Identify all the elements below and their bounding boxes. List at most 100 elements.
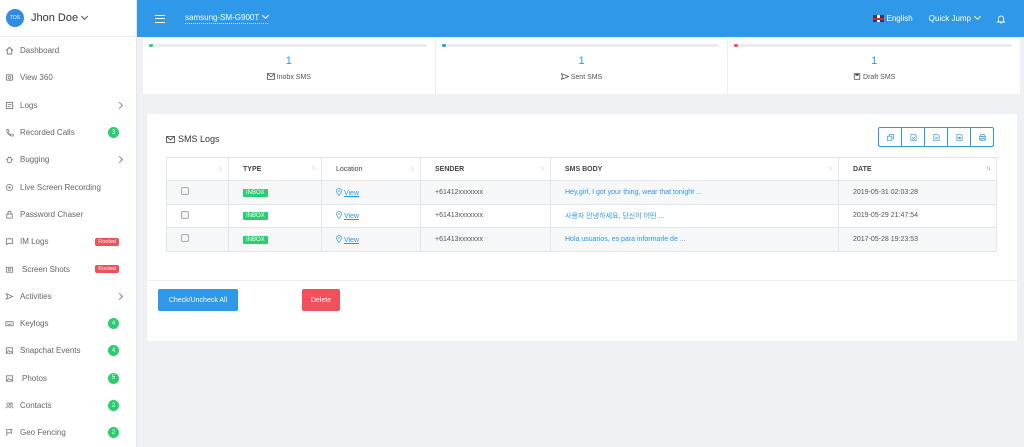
sidebar-item-geo-fencing[interactable]: Geo Fencing 2: [0, 419, 136, 446]
type-cell: INBOX: [228, 180, 322, 205]
device-name: samsung-SM-G900T: [185, 13, 260, 22]
csv-icon: [933, 133, 939, 141]
sidebar-item-dashboard[interactable]: Dashboard: [0, 37, 136, 64]
progress-fill: [149, 44, 153, 47]
type-badge: INBOX: [243, 212, 268, 221]
sidebar-item-label: Photos: [22, 373, 47, 383]
stat-label-text: Draft SMS: [863, 74, 896, 81]
map-pin-icon: [336, 234, 342, 244]
export-toolbar: [878, 127, 994, 147]
count-badge: 2: [108, 400, 119, 411]
view-360-icon: [5, 73, 14, 82]
location-cell: View: [321, 227, 421, 252]
record-icon: [5, 183, 14, 192]
check-uncheck-all-button[interactable]: Check/Uncheck All: [158, 289, 238, 311]
sort-icon: ↑↓: [311, 166, 316, 172]
column-header-location[interactable]: Location ↑↓: [321, 157, 421, 181]
chat-icon: [5, 237, 14, 246]
progress-fill: [734, 44, 739, 47]
pdf-button[interactable]: [947, 127, 971, 147]
device-selector[interactable]: samsung-SM-G900T: [185, 11, 270, 24]
table-row[interactable]: INBOX View +61413xxxxxxx 사용자 안녕하세요, 당신이 …: [166, 203, 997, 228]
view-location-link[interactable]: View: [344, 190, 359, 197]
keyboard-icon: [5, 319, 14, 328]
column-header-sender[interactable]: SENDER ↑↓: [420, 157, 551, 181]
column-header-sms-body[interactable]: SMS BODY ↑↓: [550, 157, 839, 181]
count-badge: 3: [108, 127, 119, 139]
csv-button[interactable]: [924, 127, 948, 147]
column-label: SMS BODY: [565, 165, 603, 173]
copy-button[interactable]: [878, 127, 902, 147]
sidebar-item-label: Screen Shots: [22, 264, 71, 274]
stat-inbox-sms[interactable]: 1 Inobx SMS: [143, 38, 436, 94]
sidebar-item-screen-shots[interactable]: Screen Shots Rooted: [0, 255, 136, 282]
date-cell: 2019-05-29 21:47:54: [838, 203, 997, 228]
row-checkbox[interactable]: [181, 234, 189, 243]
sidebar-item-activities[interactable]: Activities: [0, 283, 136, 310]
sidebar-item-view-360[interactable]: View 360: [0, 64, 136, 91]
contacts-icon: [5, 401, 14, 410]
pdf-icon: [956, 133, 962, 141]
view-location-link[interactable]: View: [344, 237, 359, 244]
stat-value: 1: [578, 55, 585, 67]
sms-logs-card: SMS Logs ↑↓ TYPE ↑↓ Location ↑↓ SENDER ↑↓ S…: [147, 114, 1017, 341]
language-selector[interactable]: English: [872, 14, 913, 23]
stat-sent-sms[interactable]: 1 Sent SMS: [436, 38, 729, 94]
sidebar-item-label: Password Chaser: [20, 209, 84, 219]
print-button[interactable]: [970, 127, 994, 147]
sidebar-item-keylogs[interactable]: Keylogs 4: [0, 310, 136, 337]
language-label: English: [886, 14, 913, 23]
chevron-right-icon: [115, 101, 124, 109]
count-badge: 4: [108, 345, 119, 357]
map-pin-icon: [336, 187, 342, 197]
sidebar-item-im-logs[interactable]: IM Logs Rooted: [0, 228, 136, 255]
home-icon: [5, 46, 14, 55]
sidebar-item-label: Geo Fencing: [20, 428, 66, 438]
chevron-down-icon: [262, 11, 270, 20]
delete-button[interactable]: Delete: [302, 289, 340, 311]
sidebar-item-contacts[interactable]: Contacts 2: [0, 392, 136, 419]
progress-bar: [441, 44, 720, 47]
sidebar-nav: Dashboard View 360 Logs Recorded Calls 3…: [0, 37, 136, 446]
sms-body-link[interactable]: 사용자 안녕하세요, 당신이 어떤 ...: [565, 213, 664, 220]
sms-body-cell: 사용자 안녕하세요, 당신이 어떤 ...: [550, 203, 839, 228]
chevron-down-icon: [973, 12, 982, 21]
stat-draft-sms[interactable]: 1 Draft SMS: [728, 38, 1020, 94]
chevron-right-icon: [115, 156, 124, 164]
sidebar-item-label: Bugging: [20, 155, 50, 165]
sidebar-item-photos[interactable]: Photos 5: [0, 365, 136, 392]
sms-body-link[interactable]: Hey,girl, I got your thing, wear that to…: [565, 189, 702, 196]
column-header-type[interactable]: TYPE ↑↓: [228, 157, 322, 181]
sidebar-item-bugging[interactable]: Bugging: [0, 146, 136, 173]
row-checkbox[interactable]: [181, 210, 189, 219]
sidebar-item-snapchat-events[interactable]: Snapchat Events 4: [0, 337, 136, 364]
bell-icon[interactable]: [996, 14, 1006, 24]
stat-label: Inobx SMS: [143, 73, 435, 81]
column-header-select[interactable]: ↑↓: [166, 157, 229, 181]
row-checkbox[interactable]: [181, 187, 189, 196]
menu-icon[interactable]: [155, 14, 165, 23]
view-location-link[interactable]: View: [344, 213, 359, 220]
sidebar-item-recorded-calls[interactable]: Recorded Calls 3: [0, 119, 136, 146]
table-row[interactable]: INBOX View +61413xxxxxxx Hola usuarios, …: [166, 227, 997, 252]
stat-value: 1: [285, 55, 292, 67]
divider: [147, 280, 1017, 281]
table-row[interactable]: INBOX View +61412xxxxxxx Hey,girl, I got…: [166, 180, 997, 205]
type-badge: INBOX: [243, 235, 268, 244]
sidebar-item-logs[interactable]: Logs: [0, 92, 136, 119]
column-header-date[interactable]: DATE ↑↓: [838, 157, 997, 181]
user-profile[interactable]: TOS Jhon Doe: [0, 0, 136, 37]
sidebar-item-password-chaser[interactable]: Password Chaser: [0, 201, 136, 228]
send-icon: [560, 73, 570, 80]
location-cell: View: [321, 203, 421, 228]
sidebar-item-live-screen-recording[interactable]: Live Screen Recording: [0, 173, 136, 200]
sms-body-link[interactable]: Hola usuarios, es para informarle de ...: [565, 236, 686, 243]
quick-jump-dropdown[interactable]: Quick Jump: [929, 12, 982, 23]
excel-button[interactable]: [901, 127, 925, 147]
map-pin-icon: [336, 211, 342, 220]
sidebar-item-label: Dashboard: [20, 46, 60, 56]
sidebar-item-label: Live Screen Recording: [20, 182, 101, 192]
sort-icon: ↑↓: [218, 166, 223, 172]
row-select-cell: [166, 180, 229, 205]
card-title-text: SMS Logs: [178, 134, 220, 144]
